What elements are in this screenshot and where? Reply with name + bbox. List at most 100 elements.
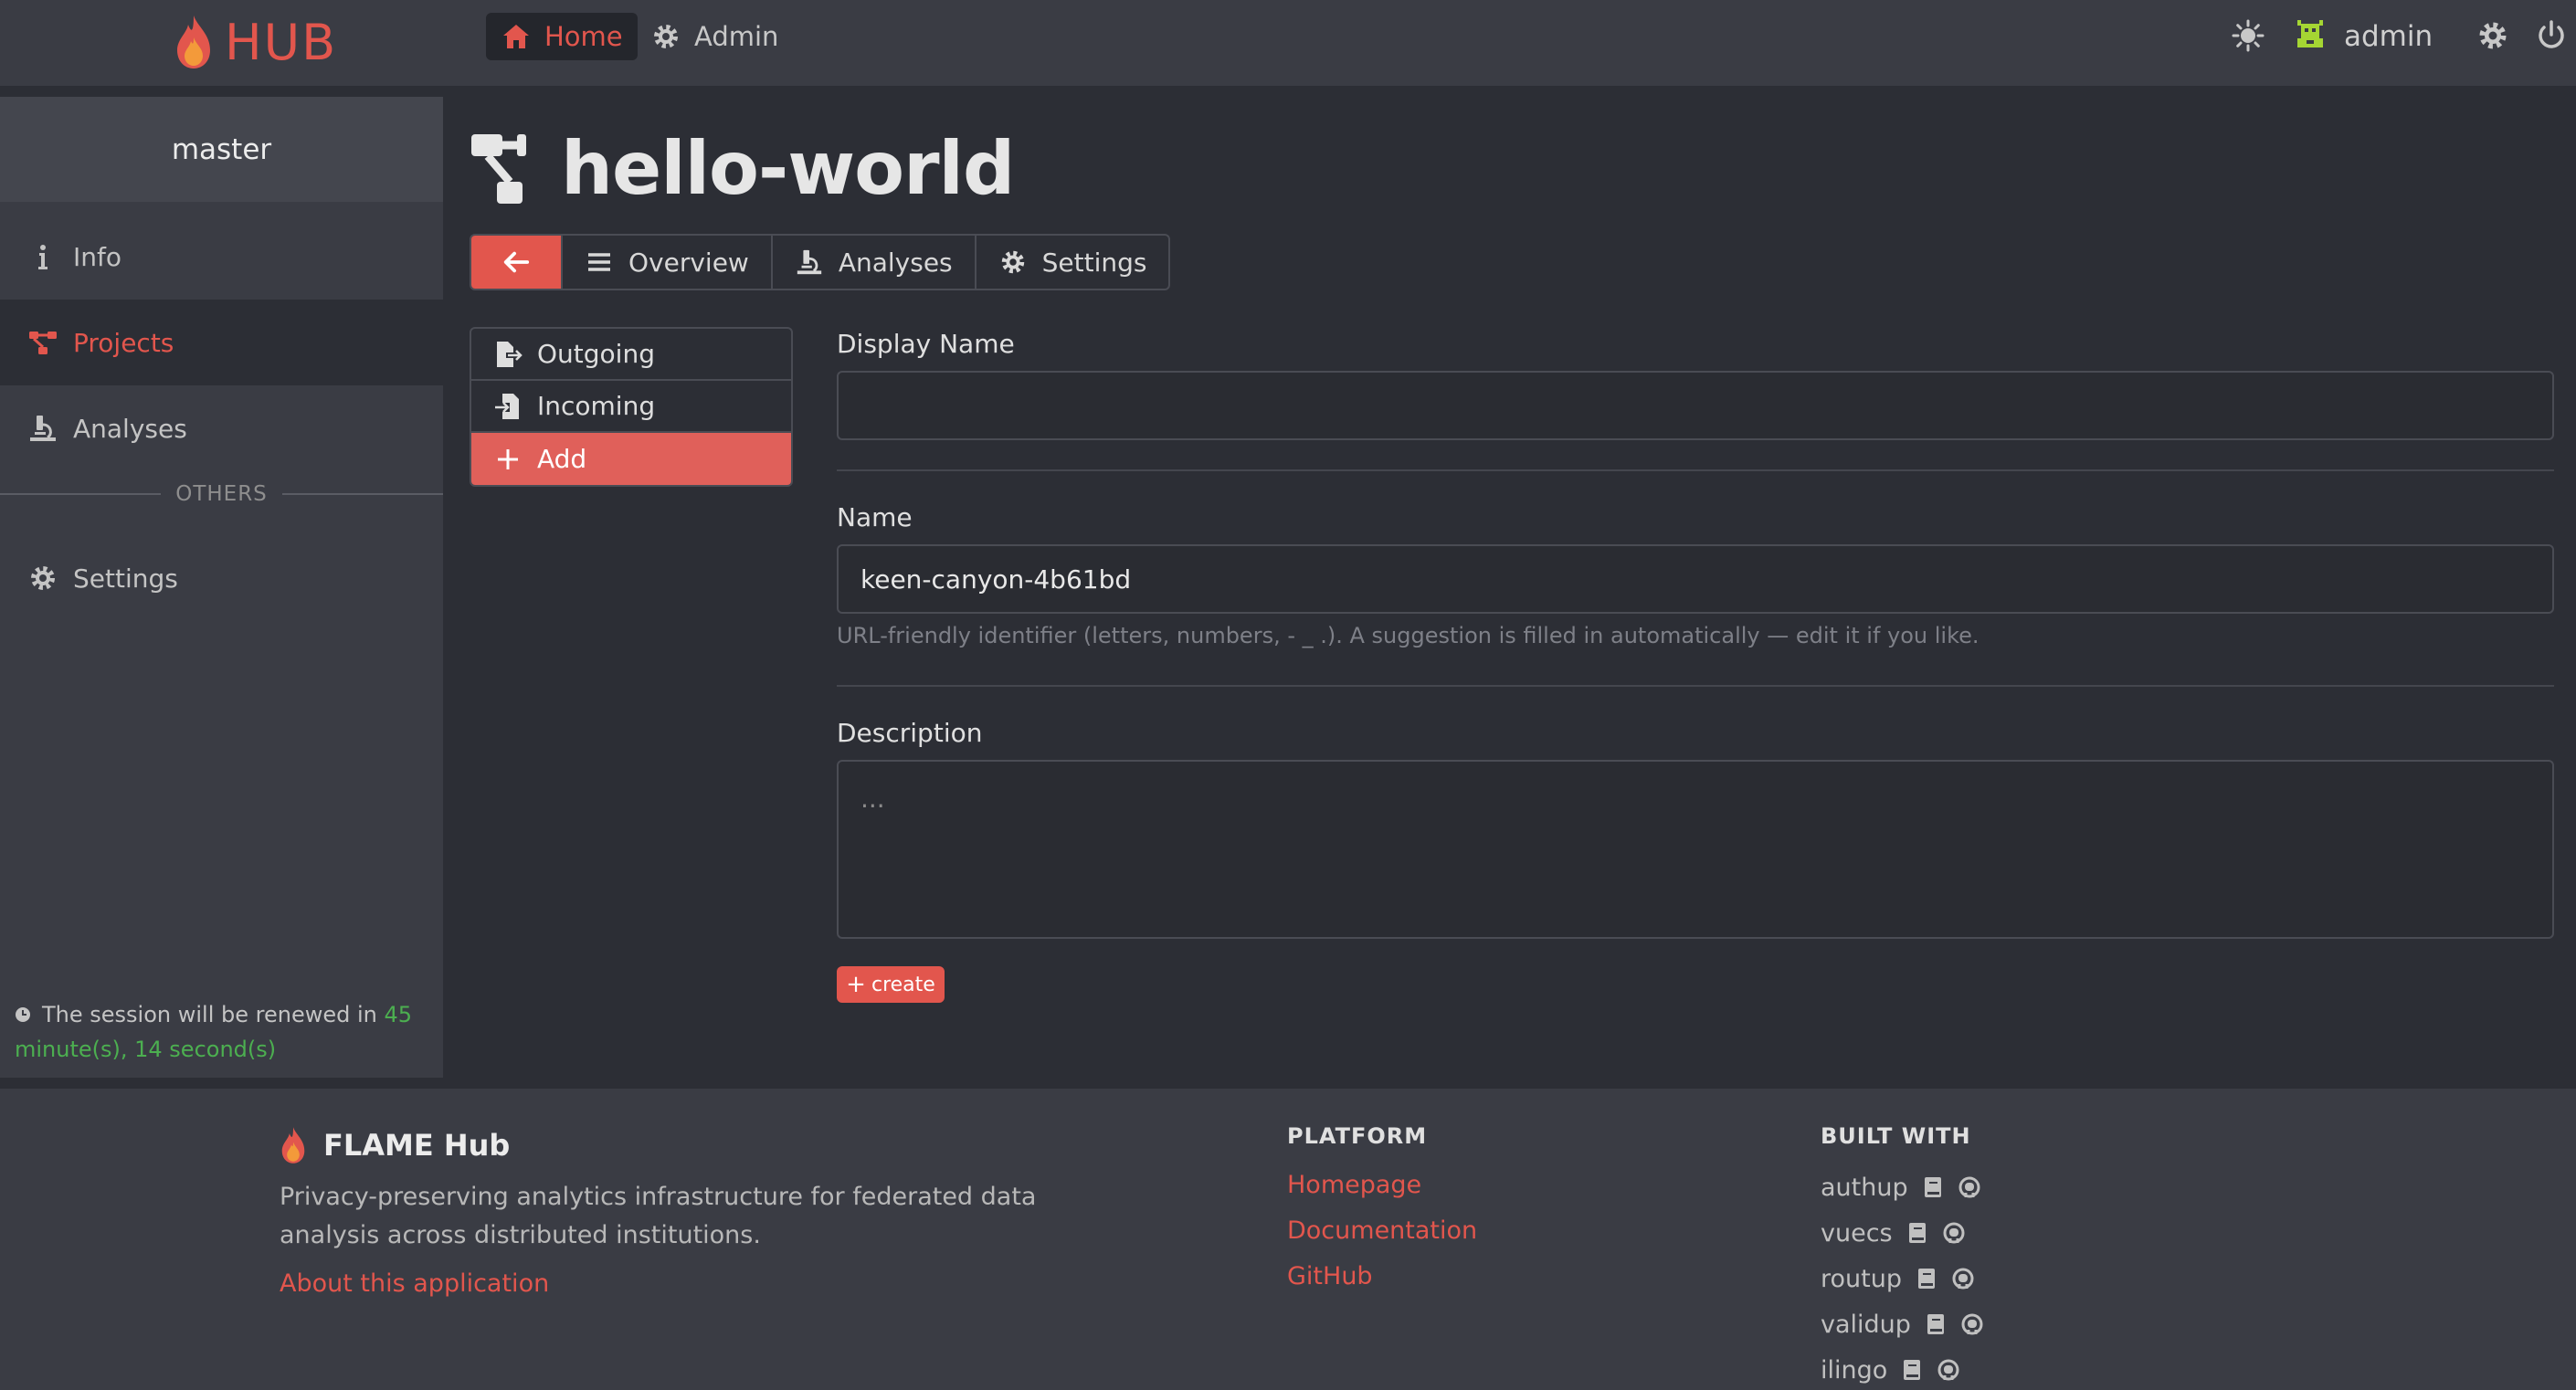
subnav-label: Incoming: [537, 391, 656, 421]
form-divider: [837, 685, 2554, 687]
plus-icon: [498, 448, 518, 469]
built-with-item: validup: [1821, 1306, 1984, 1343]
session-text: The session will be renewed in: [42, 1002, 385, 1027]
display-name-input[interactable]: [837, 371, 2554, 440]
projects-icon: [29, 332, 57, 354]
github-icon[interactable]: [1960, 1312, 1984, 1336]
platform-heading: PLATFORM: [1287, 1123, 1428, 1149]
description-label: Description: [837, 718, 983, 748]
subnav-add[interactable]: Add: [471, 433, 791, 485]
sidebar-section-divider: OTHERS: [0, 480, 443, 508]
subnav-incoming[interactable]: Incoming: [471, 381, 791, 433]
subnav-outgoing[interactable]: Outgoing: [471, 329, 791, 381]
create-button[interactable]: + create: [837, 966, 945, 1003]
name-input[interactable]: keen-canyon-4b61bd: [837, 544, 2554, 614]
page-title: hello-world: [470, 125, 1015, 211]
footer-brand: FLAME Hub: [280, 1125, 510, 1165]
subnav-label: Outgoing: [537, 339, 655, 369]
project-tabs: Overview Analyses Settings: [470, 234, 1171, 290]
flame-icon: [281, 1127, 305, 1164]
microscope-icon: [797, 249, 822, 275]
project-node-subnav: Outgoing Incoming Add: [470, 327, 793, 487]
book-icon[interactable]: [1900, 1358, 1924, 1382]
microscope-icon: [30, 416, 56, 441]
settings-gear-icon[interactable]: [2476, 18, 2510, 53]
book-icon[interactable]: [1921, 1175, 1945, 1199]
tab-label: Analyses: [838, 247, 953, 278]
tab-overview[interactable]: Overview: [563, 236, 773, 289]
book-icon[interactable]: [1915, 1267, 1938, 1290]
library-name: routup: [1821, 1264, 1902, 1293]
nav-admin-label: Admin: [694, 21, 779, 52]
sidebar-item-label: Settings: [73, 563, 178, 594]
sidebar-section-label: OTHERS: [175, 482, 268, 506]
github-link[interactable]: GitHub: [1287, 1262, 1373, 1290]
about-link[interactable]: About this application: [280, 1269, 549, 1298]
sidebar-item-info[interactable]: Info: [0, 214, 443, 300]
footer-brand-name: FLAME Hub: [323, 1128, 511, 1163]
flame-icon: [177, 16, 210, 68]
session-remaining: minute(s), 14 second(s): [15, 1037, 277, 1062]
book-icon[interactable]: [1924, 1312, 1948, 1336]
sidebar-item-projects[interactable]: Projects: [0, 300, 443, 385]
gear-icon: [1001, 250, 1024, 274]
tab-label: Settings: [1041, 247, 1147, 278]
page-footer: FLAME Hub Privacy-preserving analytics i…: [0, 1089, 2576, 1390]
theme-toggle-sun-icon[interactable]: [2231, 18, 2265, 53]
library-name: vuecs: [1821, 1218, 1893, 1248]
github-icon[interactable]: [1942, 1221, 1966, 1245]
tab-settings[interactable]: Settings: [977, 236, 1169, 289]
create-button-label: create: [871, 973, 935, 996]
homepage-link[interactable]: Homepage: [1287, 1171, 1421, 1199]
nav-home-link[interactable]: Home: [486, 13, 638, 60]
top-navbar: HUB Home Admin admin: [0, 0, 2576, 86]
logo-text: HUB: [225, 13, 338, 71]
project-icon: [471, 134, 526, 204]
sidebar: master Info Projects Analyses OTHERS Set…: [0, 97, 443, 1078]
plus-icon: +: [846, 971, 866, 998]
sidebar-item-label: Analyses: [73, 413, 187, 444]
built-with-item: ilingo: [1821, 1352, 1960, 1388]
app-logo[interactable]: HUB: [174, 13, 337, 71]
book-icon[interactable]: [1906, 1221, 1929, 1245]
footer-description: Privacy-preserving analytics infrastruct…: [280, 1183, 1037, 1249]
built-with-heading: BUILT WITH: [1821, 1123, 1971, 1149]
built-with-item: routup: [1821, 1260, 1975, 1297]
name-help-text: URL-friendly identifier (letters, number…: [837, 623, 1980, 648]
subnav-label: Add: [537, 444, 587, 474]
documentation-link[interactable]: Documentation: [1287, 1216, 1477, 1245]
file-import-icon: [495, 393, 519, 419]
nav-home-label: Home: [544, 21, 623, 52]
name-label: Name: [837, 502, 913, 532]
built-with-item: vuecs: [1821, 1215, 1966, 1251]
form-divider: [837, 469, 2554, 471]
logout-power-icon[interactable]: [2534, 18, 2569, 53]
description-textarea[interactable]: ...: [837, 760, 2554, 939]
session-renewal-notice: The session will be renewed in 45 minute(…: [15, 997, 435, 1067]
github-icon[interactable]: [1958, 1175, 1981, 1199]
current-user-name[interactable]: admin: [2344, 18, 2433, 55]
user-avatar-icon[interactable]: [2293, 18, 2328, 53]
sidebar-item-analyses[interactable]: Analyses: [0, 385, 443, 471]
realm-selector[interactable]: master: [0, 97, 443, 202]
github-icon[interactable]: [1951, 1267, 1975, 1290]
library-name: authup: [1821, 1173, 1908, 1202]
session-minutes: 45: [384, 1002, 413, 1027]
tab-label: Overview: [628, 247, 749, 278]
sidebar-item-settings[interactable]: Settings: [0, 535, 443, 621]
built-with-item: authup: [1821, 1169, 1981, 1206]
library-name: validup: [1821, 1310, 1911, 1339]
library-name: ilingo: [1821, 1355, 1888, 1385]
back-button[interactable]: [471, 236, 563, 289]
gear-icon: [31, 566, 55, 590]
file-export-icon: [497, 341, 523, 367]
arrow-left-icon: [503, 251, 530, 273]
nav-admin-link[interactable]: Admin: [636, 13, 793, 60]
tab-analyses[interactable]: Analyses: [773, 236, 977, 289]
project-title: hello-world: [561, 125, 1015, 211]
github-icon[interactable]: [1937, 1358, 1960, 1382]
gear-icon: [654, 25, 678, 48]
home-icon: [503, 25, 529, 48]
sidebar-item-label: Info: [73, 241, 121, 272]
info-icon: [38, 245, 48, 269]
